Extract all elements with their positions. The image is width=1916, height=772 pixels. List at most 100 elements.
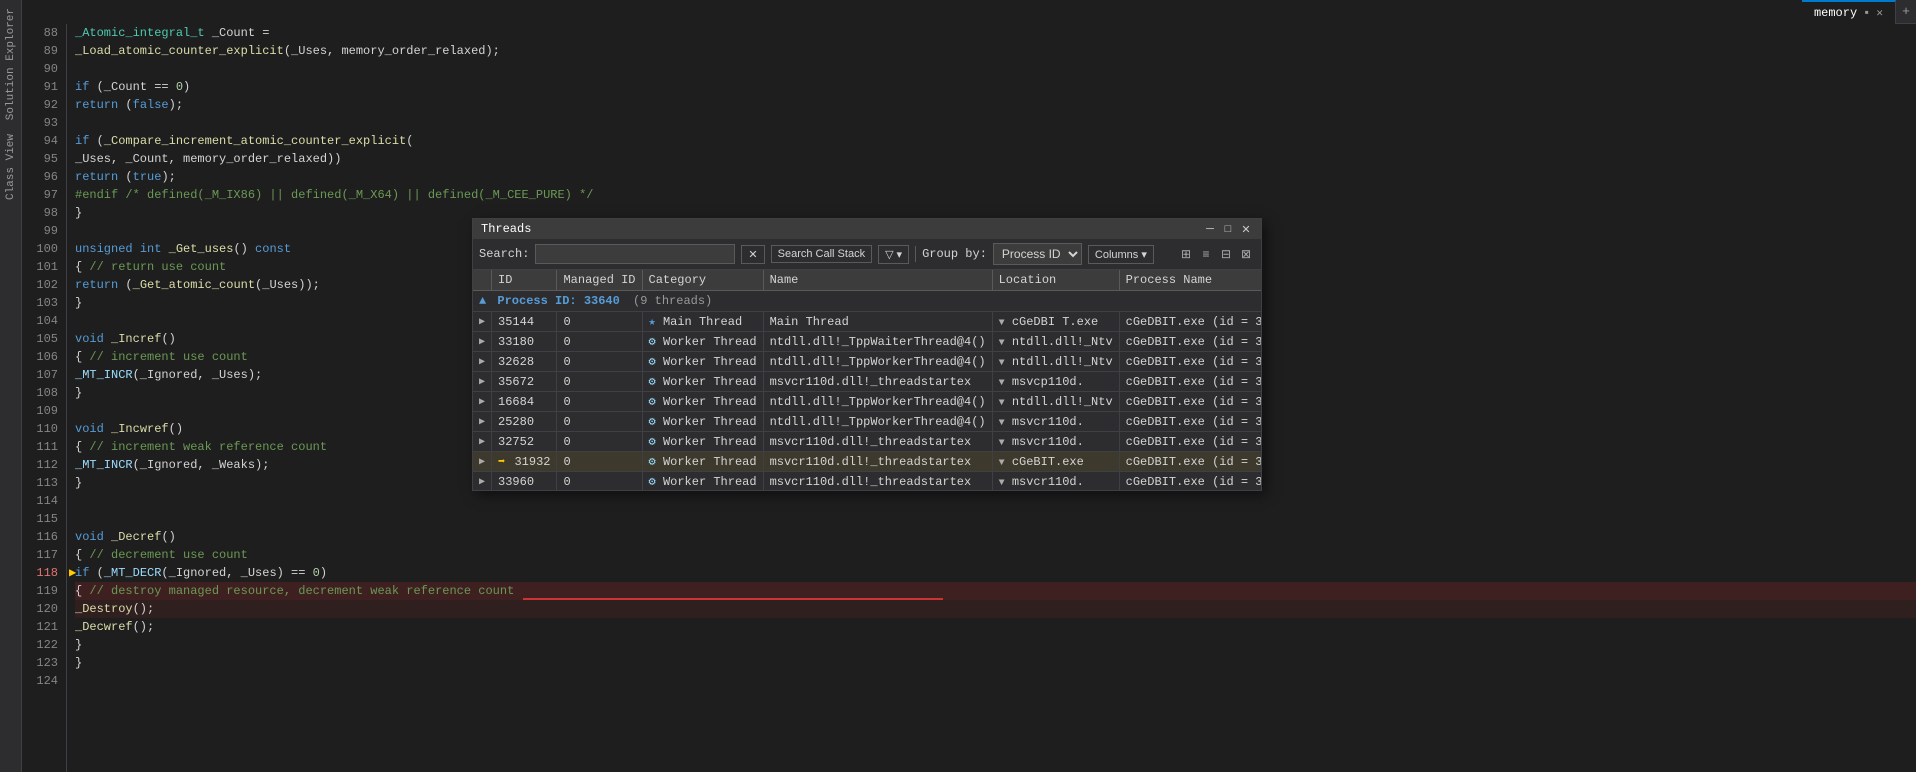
thread-managed-35144: 0 <box>557 312 642 332</box>
thread-procname-33960: cGeDBIT.exe (id = 33640) <box>1119 472 1261 491</box>
thread-location-35672: ▼ msvcр110d. <box>992 372 1119 392</box>
threads-table-scroll[interactable]: ID Managed ID Category Name Location Pro… <box>473 270 1261 490</box>
ln-110: 110 <box>30 420 58 438</box>
new-tab-button[interactable]: + <box>1896 0 1916 24</box>
threads-panel: Threads ─ □ ✕ Search: ✕ Search Call Stac… <box>472 218 1262 491</box>
view-icon-3[interactable]: ⊟ <box>1217 245 1235 263</box>
table-header-row: ID Managed ID Category Name Location Pro… <box>473 270 1261 291</box>
clear-search-button[interactable]: ✕ <box>741 245 764 264</box>
code-line-118: ● ▶ if (_MT_DECR(_Ignored, _Uses) == 0) <box>75 564 1916 582</box>
restore-button[interactable]: □ <box>1221 222 1235 236</box>
loc-arrow-32752: ▼ <box>999 438 1005 449</box>
thread-category-31932: ⚙ Worker Thread <box>642 452 763 472</box>
search-input[interactable] <box>535 244 735 264</box>
thread-category-label-35144: Main Thread <box>663 315 742 329</box>
minimize-button[interactable]: ─ <box>1203 222 1217 236</box>
code-line-123: } <box>75 654 1916 672</box>
current-line-arrow: ▶ <box>69 564 76 582</box>
code-line-92: return (false); <box>75 96 1916 114</box>
thread-row-35672[interactable]: ▶ 35672 0 ⚙ Worker Thread msvcr110d.dll!… <box>473 372 1261 392</box>
ln-115: 115 <box>30 510 58 528</box>
thread-category-label-33180: Worker Thread <box>663 335 757 349</box>
thread-id-16684: 16684 <box>492 392 557 412</box>
thread-location-33180: ▼ ntdll.dll!_Ntv <box>992 332 1119 352</box>
loc-arrow-33960: ▼ <box>999 478 1005 489</box>
loc-arrow-35144: ▼ <box>999 318 1005 329</box>
view-icon-4[interactable]: ⊠ <box>1237 245 1255 263</box>
thread-name-35672: msvcr110d.dll!_threadstartex <box>763 372 992 392</box>
threads-title: Threads <box>481 222 531 236</box>
col-header-name[interactable]: Name <box>763 270 992 291</box>
loc-arrow-35672: ▼ <box>999 378 1005 389</box>
col-header-category[interactable]: Category <box>642 270 763 291</box>
sidebar-tab-class-view[interactable]: Class View <box>3 130 19 204</box>
thread-row-31932[interactable]: ▶ ➡ 31932 0 ⚙ Worker Thread msvcr110d.dl… <box>473 452 1261 472</box>
thread-row-35144[interactable]: ▶ 35144 0 ★ Main Thread Main Thread ▼ cG… <box>473 312 1261 332</box>
sidebar-tab-solution-explorer[interactable]: Solution Explorer <box>3 4 19 124</box>
view-icon-1[interactable]: ⊞ <box>1177 245 1195 263</box>
ln-104: 104 <box>30 312 58 330</box>
loc-arrow-16684: ▼ <box>999 398 1005 409</box>
expand-group-icon[interactable]: ▲ <box>479 294 486 308</box>
thread-name-16684: ntdll.dll!_TppWorkerThread@4() <box>763 392 992 412</box>
ln-114: 114 <box>30 492 58 510</box>
thread-location-16684: ▼ ntdll.dll!_Ntv <box>992 392 1119 412</box>
loc-arrow-31932: ▼ <box>999 458 1005 469</box>
view-icon-2[interactable]: ≡ <box>1197 245 1215 263</box>
thread-arrow-33960: ▶ <box>473 472 492 491</box>
loc-arrow-25280: ▼ <box>999 418 1005 429</box>
worker-thread-icon-32752: ⚙ <box>649 435 656 449</box>
thread-category-label-16684: Worker Thread <box>663 395 757 409</box>
close-button[interactable]: ✕ <box>1239 222 1253 236</box>
thread-procname-31932: cGeDBIT.exe (id = 33640) <box>1119 452 1261 472</box>
thread-row-32628[interactable]: ▶ 32628 0 ⚙ Worker Thread ntdll.dll!_Tpp… <box>473 352 1261 372</box>
thread-procname-33180: cGeDBIT.exe (id = 33640) <box>1119 332 1261 352</box>
thread-row-32752[interactable]: ▶ 32752 0 ⚙ Worker Thread msvcr110d.dll!… <box>473 432 1261 452</box>
code-line-114 <box>75 492 1916 510</box>
filter-icon: ▽ <box>885 248 893 261</box>
ln-102: 102 <box>30 276 58 294</box>
ln-94: 94 <box>30 132 58 150</box>
thread-row-25280[interactable]: ▶ 25280 0 ⚙ Worker Thread ntdll.dll!_Tpp… <box>473 412 1261 432</box>
thread-id-32628: 32628 <box>492 352 557 372</box>
col-header-process-name[interactable]: Process Name <box>1119 270 1261 291</box>
thread-row-33180[interactable]: ▶ 33180 0 ⚙ Worker Thread ntdll.dll!_Tpp… <box>473 332 1261 352</box>
thread-row-16684[interactable]: ▶ 16684 0 ⚙ Worker Thread ntdll.dll!_Tpp… <box>473 392 1261 412</box>
group-header-row: ▲ Process ID: 33640 (9 threads) <box>473 291 1261 312</box>
col-header-location[interactable]: Location <box>992 270 1119 291</box>
ln-124: 124 <box>30 672 58 690</box>
filter-button[interactable]: ▽ ▾ <box>878 245 909 264</box>
columns-button[interactable]: Columns ▾ <box>1088 245 1154 264</box>
ln-122: 122 <box>30 636 58 654</box>
col-header-id[interactable]: ID <box>492 270 557 291</box>
ln-90: 90 <box>30 60 58 78</box>
groupby-select[interactable]: Process ID <box>993 243 1082 265</box>
thread-id-33180: 33180 <box>492 332 557 352</box>
thread-row-33960[interactable]: ▶ 33960 0 ⚙ Worker Thread msvcr110d.dll!… <box>473 472 1261 491</box>
thread-arrow-35672: ▶ <box>473 372 492 392</box>
ln-103: 103 <box>30 294 58 312</box>
thread-category-33960: ⚙ Worker Thread <box>642 472 763 491</box>
tab-close-button[interactable]: ✕ <box>1876 6 1883 20</box>
thread-arrow-25280: ▶ <box>473 412 492 432</box>
code-line-116: void _Decref() <box>75 528 1916 546</box>
ln-101: 101 <box>30 258 58 276</box>
code-line-122: } <box>75 636 1916 654</box>
thread-arrow-31932: ▶ <box>473 452 492 472</box>
columns-label: Columns <box>1095 249 1138 261</box>
thread-managed-32752: 0 <box>557 432 642 452</box>
thread-location-32752: ▼ msvcr110d. <box>992 432 1119 452</box>
thread-category-32752: ⚙ Worker Thread <box>642 432 763 452</box>
toolbar-separator <box>915 246 916 262</box>
search-call-stack-button[interactable]: Search Call Stack <box>771 245 872 263</box>
thread-arrow-33180: ▶ <box>473 332 492 352</box>
thread-managed-31932: 0 <box>557 452 642 472</box>
worker-thread-icon-16684: ⚙ <box>649 395 656 409</box>
thread-name-25280: ntdll.dll!_TppWorkerThread@4() <box>763 412 992 432</box>
tab-memory[interactable]: memory ▪ ✕ <box>1802 0 1896 24</box>
thread-location-31932: ▼ cGeBIT.exe <box>992 452 1119 472</box>
ln-108: 108 <box>30 384 58 402</box>
thread-category-16684: ⚙ Worker Thread <box>642 392 763 412</box>
tab-label: memory <box>1814 6 1857 20</box>
col-header-managed-id[interactable]: Managed ID <box>557 270 642 291</box>
